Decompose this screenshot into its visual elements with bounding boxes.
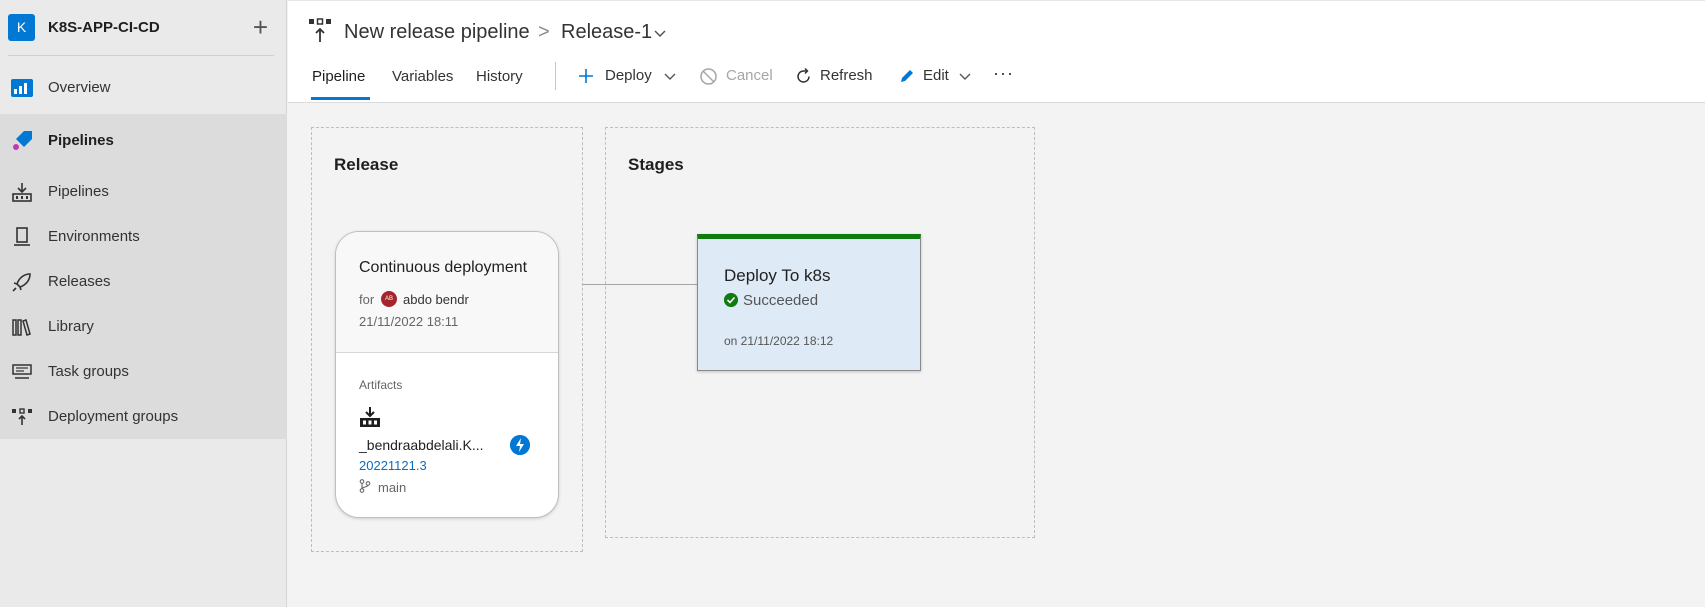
- sidebar-item-label: Pipelines: [48, 183, 109, 200]
- sidebar-item-environments[interactable]: Environments: [0, 215, 287, 259]
- sidebar-item-pipelines[interactable]: Pipelines: [0, 170, 287, 214]
- release-panel-title: Release: [334, 155, 399, 174]
- task-groups-icon: [12, 364, 32, 379]
- breadcrumb-release[interactable]: Release-1: [561, 21, 652, 44]
- releases-icon: [12, 273, 31, 292]
- sidebar-item-deployment-groups[interactable]: Deployment groups: [0, 395, 287, 439]
- branch-icon: [359, 479, 371, 493]
- release-user: abdo bendr: [403, 292, 469, 307]
- release-trigger: Continuous deployment: [359, 259, 528, 276]
- artifact-branch: main: [378, 480, 407, 495]
- chevron-down-icon[interactable]: [652, 25, 668, 41]
- for-label: for: [359, 292, 375, 307]
- tab-history[interactable]: History: [476, 68, 523, 85]
- artifact-name[interactable]: _bendraabdelali.K...: [359, 437, 484, 453]
- pipelines-section-icon: [13, 131, 32, 150]
- stage-name: Deploy To k8s: [724, 266, 831, 285]
- sidebar-item-releases[interactable]: Releases: [0, 260, 287, 304]
- stage-date: on 21/11/2022 18:12: [724, 334, 834, 348]
- release-card[interactable]: Continuous deployment for AB abdo bendr …: [335, 231, 559, 518]
- build-artifact-icon: [360, 407, 380, 427]
- header: New release pipeline > Release-1 Pipelin…: [288, 0, 1705, 103]
- chevron-down-icon: [959, 73, 971, 80]
- sidebar-item-label: Task groups: [48, 363, 129, 380]
- sidebar-item-pipelines-section[interactable]: Pipelines: [0, 119, 287, 163]
- breadcrumb-separator: >: [538, 21, 550, 43]
- sidebar-item-label: Overview: [48, 79, 111, 96]
- cancel-icon: [700, 68, 717, 85]
- stages-panel-title: Stages: [628, 155, 684, 174]
- chevron-down-icon: [664, 73, 676, 80]
- breadcrumb-pipeline[interactable]: New release pipeline: [344, 21, 530, 44]
- release-pipeline-icon: [309, 18, 331, 42]
- refresh-label: Refresh: [820, 67, 873, 84]
- artifact-build-link[interactable]: 20221121.3: [359, 458, 427, 473]
- release-date: 21/11/2022 18:11: [359, 314, 459, 329]
- pencil-icon: [901, 70, 913, 82]
- stage-card[interactable]: Deploy To k8s Succeeded on 21/11/2022 18…: [697, 234, 921, 371]
- sidebar-item-label: Pipelines: [48, 132, 114, 149]
- sidebar-item-library[interactable]: Library: [0, 305, 287, 349]
- success-check-icon: [724, 293, 738, 307]
- sidebar-item-label: Deployment groups: [48, 408, 179, 425]
- sidebar-item-task-groups[interactable]: Task groups: [0, 350, 287, 394]
- tab-variables[interactable]: Variables: [392, 68, 453, 85]
- sidebar-item-overview[interactable]: Overview: [0, 66, 287, 110]
- environments-icon: [14, 227, 30, 246]
- cancel-label: Cancel: [726, 67, 773, 84]
- pipelines-icon: [12, 183, 32, 202]
- sidebar-item-label: Releases: [48, 273, 111, 290]
- edit-label: Edit: [923, 67, 949, 84]
- continuous-deployment-trigger-icon[interactable]: [510, 435, 530, 455]
- add-icon[interactable]: +: [253, 14, 268, 40]
- stage-status: Succeeded: [743, 292, 819, 309]
- project-avatar[interactable]: K: [8, 14, 35, 41]
- toolbar-divider: [555, 62, 556, 90]
- active-tab-indicator: [311, 97, 370, 100]
- deployment-groups-icon: [12, 408, 32, 425]
- sidebar: K K8S-APP-CI-CD + Overview Pipelines Pip…: [0, 0, 287, 607]
- overview-icon: [11, 79, 33, 97]
- more-options-icon[interactable]: ···: [993, 63, 1014, 84]
- plus-icon: [579, 69, 593, 83]
- library-icon: [12, 319, 31, 336]
- deploy-label: Deploy: [605, 67, 652, 84]
- sidebar-item-label: Library: [48, 318, 94, 335]
- tab-pipeline[interactable]: Pipeline: [312, 68, 365, 85]
- artifacts-label: Artifacts: [359, 378, 403, 392]
- sidebar-item-label: Environments: [48, 228, 140, 245]
- project-header: K K8S-APP-CI-CD +: [8, 14, 274, 56]
- avatar: AB: [381, 291, 397, 307]
- project-name[interactable]: K8S-APP-CI-CD: [48, 19, 160, 36]
- refresh-icon: [797, 67, 810, 83]
